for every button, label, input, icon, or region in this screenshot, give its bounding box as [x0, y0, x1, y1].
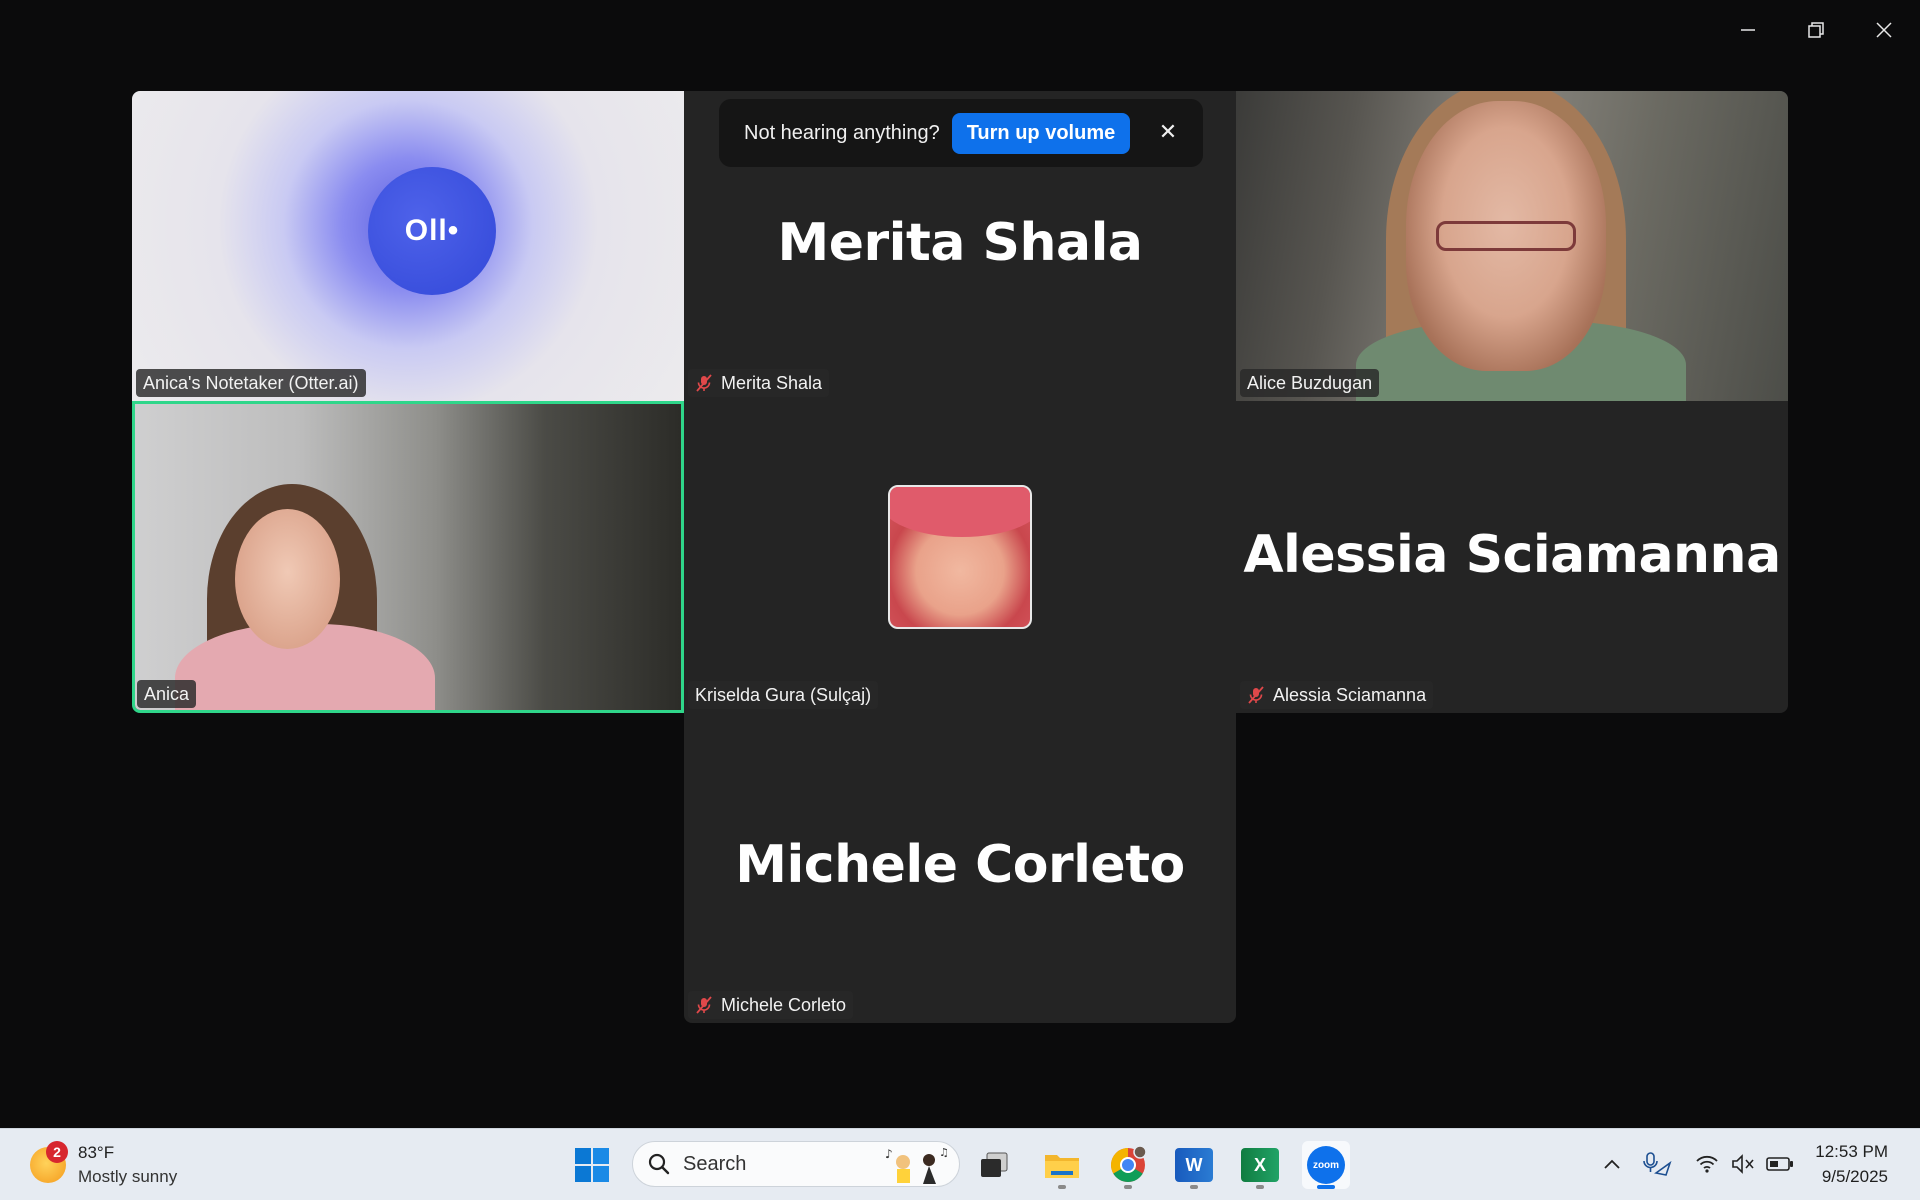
- weather-badge: 2: [46, 1141, 68, 1163]
- running-indicator: [1256, 1185, 1264, 1189]
- weather-widget[interactable]: 2 83°F Mostly sunny: [30, 1141, 177, 1189]
- volume-muted-icon: [1732, 1154, 1754, 1174]
- task-view-button[interactable]: [970, 1141, 1018, 1189]
- mic-icon: [1643, 1152, 1672, 1176]
- close-window-button[interactable]: [1862, 12, 1906, 48]
- participant-display-name: Merita Shala: [777, 213, 1143, 273]
- svg-text:♪: ♪: [885, 1147, 893, 1161]
- zoom-button[interactable]: zoom: [1302, 1141, 1350, 1189]
- participant-display-name: Alessia Sciamanna: [1243, 525, 1781, 585]
- folder-icon: [1045, 1155, 1079, 1178]
- participant-name: Alice Buzdugan: [1247, 372, 1373, 393]
- participant-tile-michele[interactable]: Michele Corleto Michele Corleto: [684, 713, 1236, 1023]
- running-indicator: [1058, 1185, 1066, 1189]
- participant-video: [1236, 91, 1788, 401]
- weather-temperature: 83°F: [78, 1143, 115, 1162]
- battery-button[interactable]: [1764, 1140, 1796, 1188]
- search-placeholder: Search: [683, 1152, 747, 1175]
- wifi-button[interactable]: [1692, 1140, 1722, 1188]
- chevron-up-icon: [1604, 1159, 1620, 1169]
- task-view-icon: [981, 1152, 1008, 1177]
- avatar: [888, 485, 1032, 629]
- windows-logo-icon: [575, 1148, 609, 1182]
- microphone-tray-button[interactable]: [1640, 1140, 1676, 1188]
- muted-mic-icon: [696, 374, 712, 392]
- minimize-button[interactable]: [1726, 12, 1770, 48]
- restore-icon: [1808, 22, 1824, 38]
- clock-time: 12:53 PM: [1815, 1142, 1888, 1161]
- participant-name: Michele Corleto: [721, 994, 847, 1015]
- muted-mic-icon: [696, 996, 712, 1014]
- close-icon: [1876, 22, 1892, 38]
- participant-name: Anica: [144, 683, 190, 704]
- chrome-icon: [1111, 1146, 1147, 1182]
- participant-name-tag: Alice Buzdugan: [1240, 369, 1380, 397]
- zoom-meeting-window: Oll• Anica's Notetaker (Otter.ai) Merita…: [0, 0, 1920, 1128]
- participant-name: Merita Shala: [721, 372, 823, 393]
- search-highlight-icon: ♪ ♫: [885, 1146, 949, 1184]
- battery-icon: [1766, 1157, 1793, 1171]
- volume-button[interactable]: [1728, 1140, 1758, 1188]
- muted-mic-icon: [1248, 686, 1264, 704]
- banner-message: Not hearing anything?: [744, 121, 940, 144]
- word-icon: W: [1175, 1148, 1213, 1182]
- participant-name-tag: Alessia Sciamanna: [1240, 681, 1434, 709]
- participant-name-tag: Anica's Notetaker (Otter.ai): [136, 369, 366, 397]
- start-button[interactable]: [568, 1141, 616, 1189]
- participant-tile-alessia[interactable]: Alessia Sciamanna Alessia Sciamanna: [1236, 401, 1788, 713]
- participant-name-tag: Anica: [137, 680, 197, 708]
- participant-name: Anica's Notetaker (Otter.ai): [143, 372, 359, 393]
- show-hidden-icons-button[interactable]: [1598, 1140, 1626, 1188]
- turn-up-volume-button[interactable]: Turn up volume: [951, 112, 1131, 154]
- participant-name-tag: Michele Corleto: [688, 991, 854, 1019]
- excel-button[interactable]: X: [1236, 1141, 1284, 1189]
- taskbar-search-box[interactable]: Search ♪ ♫: [632, 1141, 960, 1187]
- otter-logo-icon: Oll•: [368, 167, 496, 295]
- wifi-icon: [1696, 1155, 1718, 1173]
- restore-button[interactable]: [1794, 12, 1838, 48]
- windows-taskbar: 2 83°F Mostly sunny W X zoom: [0, 1128, 1920, 1200]
- running-indicator: [1124, 1185, 1132, 1189]
- audio-notification-banner: Not hearing anything? Turn up volume ✕: [719, 99, 1203, 167]
- word-button[interactable]: W: [1170, 1141, 1218, 1189]
- participant-name: Alessia Sciamanna: [1273, 684, 1427, 705]
- search-icon: [648, 1153, 670, 1175]
- weather-sun-icon: 2: [30, 1141, 68, 1183]
- running-indicator: [1190, 1185, 1198, 1189]
- participant-display-name: Michele Corleto: [735, 835, 1185, 895]
- excel-icon: X: [1241, 1148, 1279, 1182]
- banner-close-button[interactable]: ✕: [1155, 119, 1181, 145]
- minimize-icon: [1741, 29, 1755, 31]
- weather-condition: Mostly sunny: [78, 1167, 178, 1186]
- participant-video: [135, 404, 681, 710]
- chrome-button[interactable]: [1104, 1141, 1152, 1189]
- participant-tile-kriselda[interactable]: Kriselda Gura (Sulçaj): [684, 401, 1236, 713]
- file-explorer-button[interactable]: [1038, 1141, 1086, 1189]
- system-clock[interactable]: 12:53 PM 9/5/2025: [1808, 1139, 1888, 1189]
- participant-name: Kriselda Gura (Sulçaj): [695, 684, 872, 705]
- active-indicator: [1317, 1185, 1335, 1189]
- participant-name-tag: Kriselda Gura (Sulçaj): [688, 681, 879, 709]
- participant-tile-otter[interactable]: Oll• Anica's Notetaker (Otter.ai): [132, 91, 684, 401]
- zoom-icon: zoom: [1307, 1146, 1345, 1184]
- participant-name-tag: Merita Shala: [688, 369, 830, 397]
- participant-tile-alice[interactable]: Alice Buzdugan: [1236, 91, 1788, 401]
- participant-tile-anica-active-speaker[interactable]: Anica: [132, 401, 684, 713]
- clock-date: 9/5/2025: [1821, 1167, 1888, 1186]
- otter-logo-text: Oll•: [404, 214, 460, 247]
- svg-text:♫: ♫: [939, 1146, 949, 1159]
